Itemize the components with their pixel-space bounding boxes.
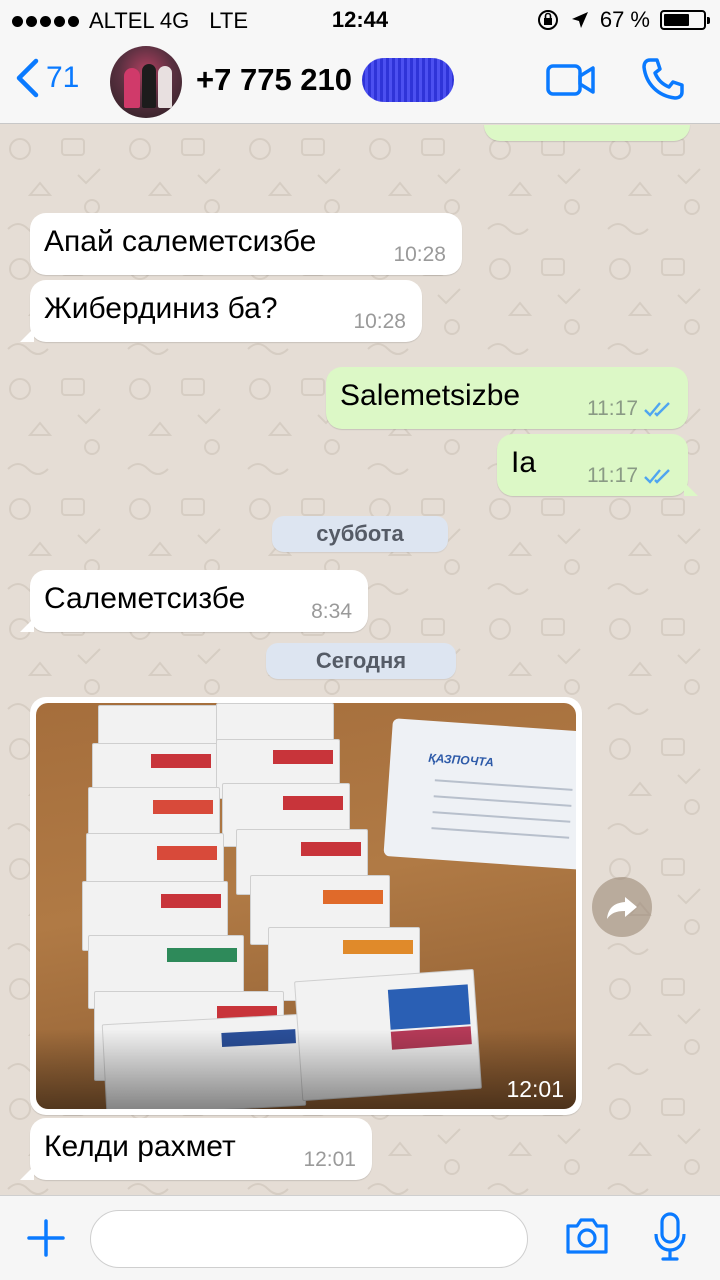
message-text: Salemetsizbe	[340, 379, 521, 412]
message-text: Келди рахмет	[44, 1130, 236, 1163]
battery-percent: 67 %	[599, 7, 650, 32]
photo-attachment[interactable]: ҚАЗПОЧТА 12:01	[36, 703, 576, 1109]
message-time: 11:17	[587, 464, 638, 487]
forward-button[interactable]	[592, 877, 652, 937]
message-bubble[interactable]: Салеметсизбе 8:34	[20, 570, 368, 632]
message-text: Жибердиниз ба?	[44, 292, 278, 325]
message-text: Салеметсизбе	[44, 582, 246, 615]
message-bubble[interactable]: Жибердиниз ба? 10:28	[20, 280, 422, 342]
chat-area[interactable]: Апай салеметсизбе 10:28 Жибердиниз ба? 1…	[0, 125, 720, 1195]
status-bar: ALTEL 4G LTE 12:44 67 %	[0, 0, 720, 40]
message-time: 12:01	[506, 1076, 564, 1102]
message-bubble[interactable]: Ia 11:17	[497, 434, 698, 496]
composer-bar	[0, 1195, 720, 1280]
message-time: 12:01	[303, 1148, 356, 1171]
message-bubble-partial[interactable]	[484, 125, 690, 141]
chat-header: 71 +7 775 210	[0, 40, 720, 124]
message-time: 11:17	[587, 397, 638, 420]
camera-icon[interactable]	[564, 1216, 610, 1256]
message-bubble[interactable]: Келди рахмет 12:01	[20, 1118, 372, 1180]
message-bubble[interactable]: Апай салеметсизбе 10:28	[30, 213, 462, 275]
forward-icon	[607, 897, 637, 919]
date-separator: Сегодня	[266, 643, 456, 679]
microphone-icon[interactable]	[652, 1212, 688, 1262]
message-time: 8:34	[311, 600, 352, 623]
message-time: 10:28	[353, 310, 406, 333]
phone-call-icon[interactable]	[640, 56, 686, 102]
message-text: Ia	[511, 446, 537, 479]
photo-message[interactable]: ҚАЗПОЧТА 12:01	[30, 697, 582, 1115]
contact-name[interactable]: +7 775 210	[196, 62, 352, 98]
envelope-in-photo: ҚАЗПОЧТА	[383, 718, 576, 870]
date-separator: суббота	[272, 516, 448, 552]
read-receipt-icon	[644, 402, 670, 417]
battery-level	[664, 14, 690, 26]
message-bubble[interactable]: Salemetsizbe 11:17	[326, 367, 688, 429]
video-call-icon[interactable]	[546, 62, 596, 98]
message-input[interactable]	[90, 1210, 528, 1268]
lock-rotation-icon	[537, 10, 558, 30]
message-time: 10:28	[393, 243, 446, 266]
message-text: Апай салеметсизбе	[44, 225, 317, 258]
unread-count: 71	[46, 61, 80, 94]
battery-icon	[660, 10, 710, 30]
back-button[interactable]: 71	[14, 58, 79, 98]
back-chevron-icon	[16, 58, 39, 98]
status-right: 67 %	[536, 7, 710, 33]
redaction-mark	[362, 58, 454, 102]
read-receipt-icon	[644, 469, 670, 484]
plus-icon[interactable]	[26, 1218, 66, 1258]
avatar[interactable]	[110, 46, 182, 118]
location-arrow-icon	[571, 12, 588, 28]
